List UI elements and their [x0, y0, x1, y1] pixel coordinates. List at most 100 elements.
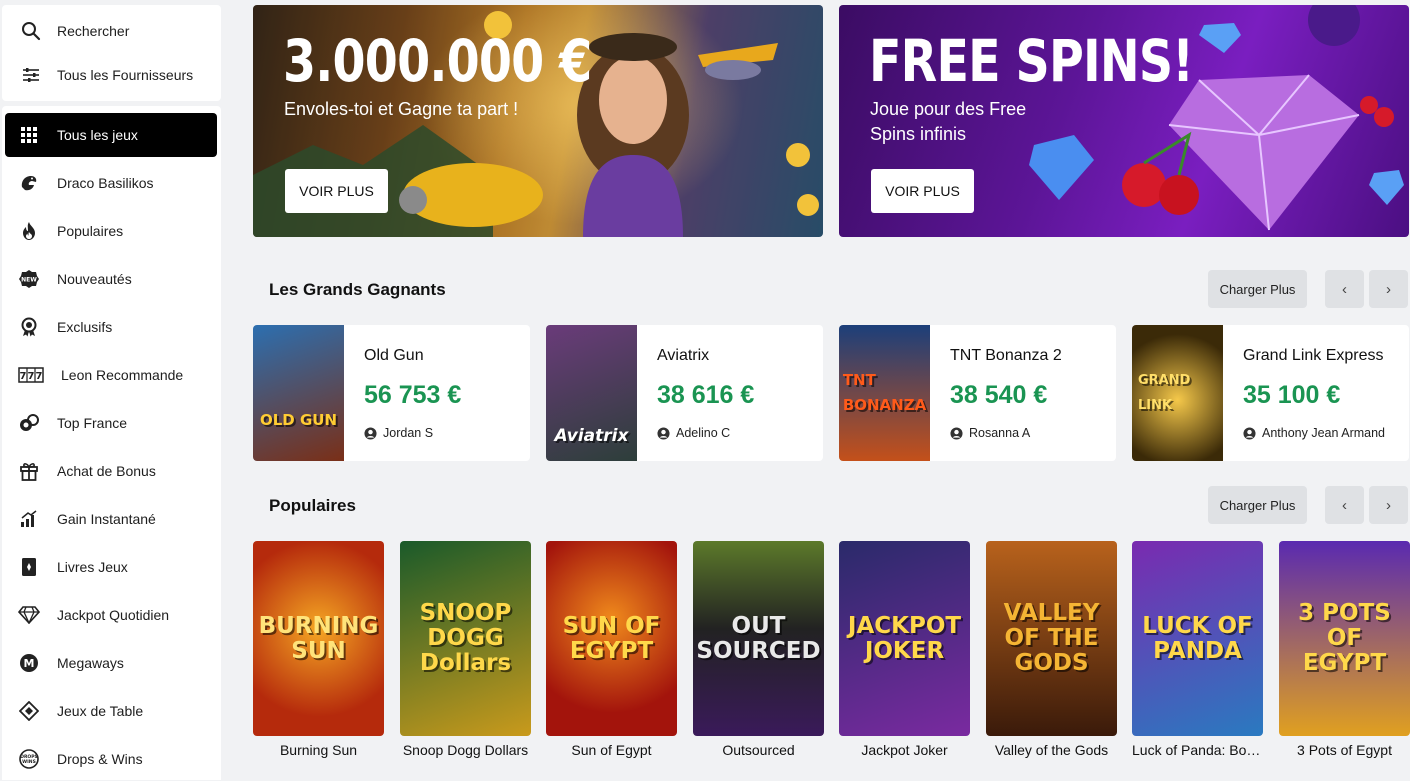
providers-label: Tous les Fournisseurs [57, 67, 194, 83]
winner-user: Jordan S [364, 426, 524, 440]
game-thumbnail: OLD GUN [253, 325, 344, 461]
chevron-right-icon: › [1386, 496, 1391, 514]
menu-item-livres-jeux[interactable]: Livres Jeux [5, 545, 217, 589]
winner-user: Adelino C [657, 426, 817, 440]
section-title-winners: Les Grands Gagnants [269, 280, 446, 299]
search-button[interactable]: Rechercher [2, 11, 221, 51]
bar-chart-icon [18, 508, 40, 530]
menu-item-drops-wins[interactable]: DROPS WINS Drops & Wins [5, 737, 217, 781]
search-label: Rechercher [57, 23, 130, 39]
menu-item-label: Top France [57, 415, 128, 431]
winner-card[interactable]: TNT BONANZA TNT Bonanza 2 38 540 € Rosan… [839, 325, 1116, 461]
menu-item-label: Populaires [57, 223, 124, 239]
section-title-popular: Populaires [269, 496, 356, 515]
game-tile[interactable]: SUN OF EGYPT Sun of Egypt [546, 541, 677, 758]
providers-button[interactable]: Tous les Fournisseurs [2, 55, 221, 95]
medal-icon [18, 316, 40, 338]
winner-card[interactable]: GRAND LINK Grand Link Express 35 100 € A… [1132, 325, 1409, 461]
menu-item-megaways[interactable]: M Megaways [5, 641, 217, 685]
svg-text:NEW: NEW [21, 277, 37, 284]
winner-amount: 38 616 € [657, 381, 755, 409]
user-icon [950, 426, 963, 440]
svg-text:7: 7 [20, 371, 27, 382]
flame-icon [18, 220, 40, 242]
menu-item-leon-recommande[interactable]: 777 Leon Recommande [5, 353, 217, 397]
game-thumbnail: VALLEY OF THE GODS [986, 541, 1117, 736]
svg-text:7: 7 [36, 371, 43, 382]
voir-plus-button[interactable]: VOIR PLUS [285, 169, 388, 213]
menu-item-label: Gain Instantané [57, 511, 156, 527]
game-name: Burning Sun [279, 742, 358, 758]
menu-item-gain-instantane[interactable]: Gain Instantané [5, 497, 217, 541]
game-tile[interactable]: BURNING SUN Burning Sun [253, 541, 384, 758]
chevron-left-icon: ‹ [1342, 496, 1347, 514]
book-icon [18, 556, 40, 578]
popular-load-more-button[interactable]: Charger Plus [1208, 486, 1307, 524]
menu-item-nouveautes[interactable]: NEW Nouveautés [5, 257, 217, 301]
svg-text:WINS: WINS [22, 759, 36, 765]
sidebar-tools: Rechercher Tous les Fournisseurs [2, 5, 221, 101]
game-tile[interactable]: VALLEY OF THE GODS Valley of the Gods [986, 541, 1117, 758]
game-name: 3 Pots of Egypt [1297, 742, 1392, 758]
menu-item-top-france[interactable]: Top France [5, 401, 217, 445]
winners-prev-button[interactable]: ‹ [1325, 270, 1364, 308]
game-tile[interactable]: OUT SOURCED Outsourced [693, 541, 824, 758]
winner-username: Adelino C [676, 426, 731, 440]
game-thumbnail: SNOOP DOGG Dollars [400, 541, 531, 736]
voir-plus-button[interactable]: VOIR PLUS [871, 169, 974, 213]
winner-username: Rosanna A [969, 426, 1031, 440]
game-thumbnail: 3 POTS OF EGYPT [1279, 541, 1410, 736]
promo-banner-jackpot[interactable]: 3.000.000 € Envoles-toi et Gagne ta part… [253, 5, 823, 237]
game-tile[interactable]: SNOOP DOGG Dollars Snoop Dogg Dollars [400, 541, 531, 758]
game-logo: Aviatrix [554, 426, 629, 446]
popular-prev-button[interactable]: ‹ [1325, 486, 1364, 524]
game-thumbnail: LUCK OF PANDA [1132, 541, 1263, 736]
game-tile[interactable]: JACKPOT JOKER Jackpot Joker [839, 541, 970, 758]
drops-wins-icon: DROPS WINS [18, 748, 40, 770]
popular-next-button[interactable]: › [1369, 486, 1408, 524]
menu-item-tous-les-jeux[interactable]: Tous les jeux [5, 113, 217, 157]
menu-item-achat-de-bonus[interactable]: Achat de Bonus [5, 449, 217, 493]
game-thumbnail: JACKPOT JOKER [839, 541, 970, 736]
winner-amount: 35 100 € [1243, 381, 1341, 409]
game-tile[interactable]: 3 POTS OF EGYPT 3 Pots of Egypt [1279, 541, 1410, 758]
winner-card[interactable]: OLD GUN Old Gun 56 753 € Jordan S [253, 325, 530, 461]
user-icon [1243, 426, 1256, 440]
winner-username: Anthony Jean Armand [1262, 426, 1385, 440]
menu-item-jackpot-quotidien[interactable]: Jackpot Quotidien [5, 593, 217, 637]
winners-load-more-button[interactable]: Charger Plus [1208, 270, 1307, 308]
banner-subtitle: Envoles-toi et Gagne ta part ! [284, 99, 519, 119]
slot-777-icon: 777 [18, 364, 44, 386]
game-logo: BURNING SUN [258, 612, 379, 664]
search-icon [20, 20, 42, 42]
game-thumbnail: GRAND LINK [1132, 325, 1223, 461]
game-name: Outsourced [722, 742, 795, 758]
new-badge-icon: NEW [18, 268, 40, 290]
menu-item-label: Jeux de Table [57, 703, 144, 719]
chevron-right-icon: › [1386, 280, 1391, 298]
menu-item-label: Drops & Wins [57, 751, 143, 767]
banner-title: FREE SPINS! [869, 27, 1194, 95]
game-thumbnail: BURNING SUN [253, 541, 384, 736]
menu-item-exclusifs[interactable]: Exclusifs [5, 305, 217, 349]
winners-next-button[interactable]: › [1369, 270, 1408, 308]
game-name: Sun of Egypt [571, 742, 652, 758]
game-thumbnail: SUN OF EGYPT [546, 541, 677, 736]
menu-item-jeux-de-table[interactable]: Jeux de Table [5, 689, 217, 733]
winner-user: Anthony Jean Armand [1243, 426, 1403, 440]
winner-card[interactable]: Aviatrix Aviatrix 38 616 € Adelino C [546, 325, 823, 461]
promo-banner-free-spins[interactable]: FREE SPINS! Joue pour des Free Spins inf… [839, 5, 1409, 237]
winner-game-name: Grand Link Express [1243, 347, 1384, 364]
game-logo: SNOOP DOGG Dollars [419, 600, 512, 676]
game-logo: OLD GUN [259, 411, 338, 429]
diamond-icon [18, 604, 40, 626]
menu-item-populaires[interactable]: Populaires [5, 209, 217, 253]
user-icon [364, 426, 377, 440]
winner-user: Rosanna A [950, 426, 1110, 440]
menu-item-draco-basilikos[interactable]: Draco Basilikos [5, 161, 217, 205]
winner-amount: 56 753 € [364, 381, 462, 409]
game-tile[interactable]: LUCK OF PANDA Luck of Panda: Bonus Combo [1132, 541, 1263, 758]
game-logo: 3 POTS OF EGYPT [1298, 600, 1391, 676]
banner-subtitle: Joue pour des Free Spins infinis [870, 99, 1027, 144]
category-menu: Tous les jeux Draco Basilikos Populaires… [2, 106, 221, 780]
